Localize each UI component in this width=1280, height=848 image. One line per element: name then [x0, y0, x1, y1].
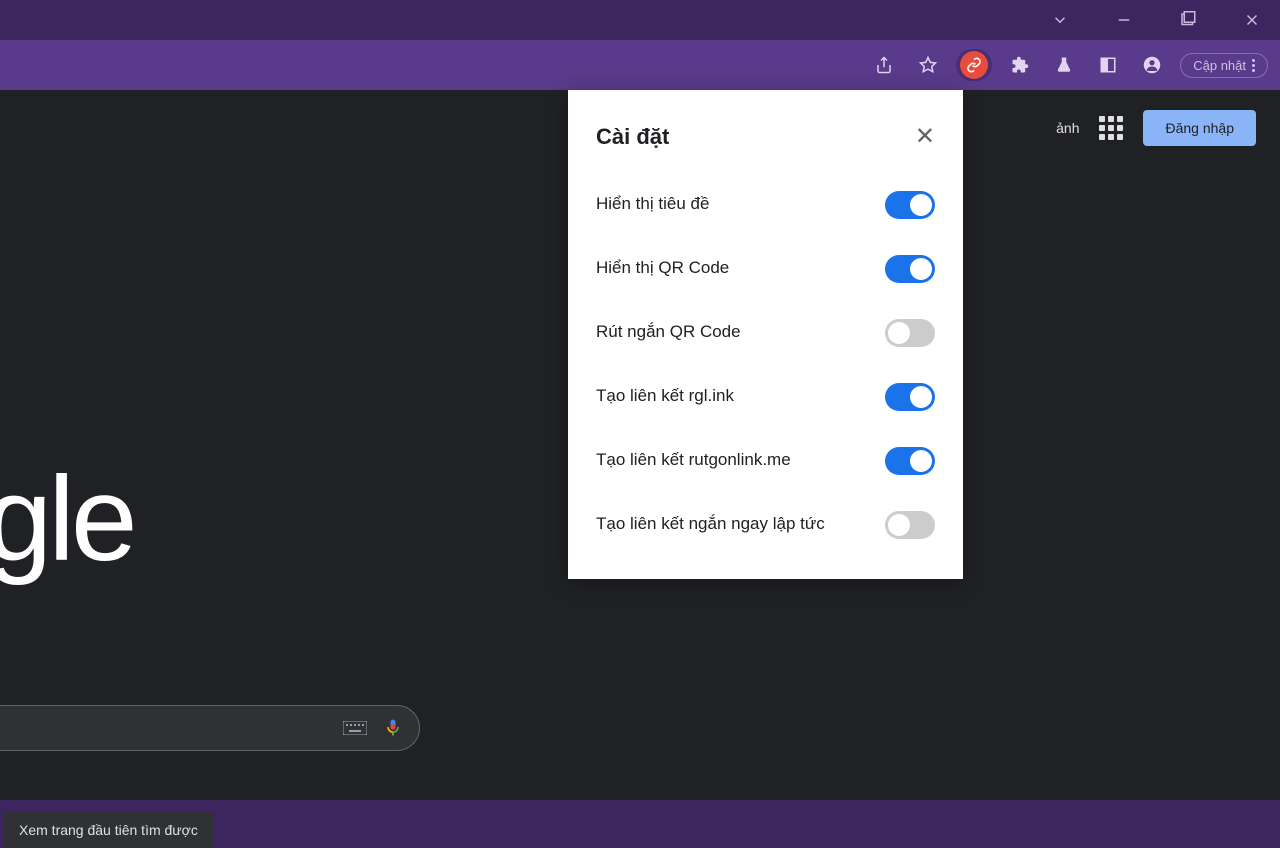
page-content: ảnh Đăng nhập oogle Xem trang đầu tiên t… — [0, 90, 1280, 800]
signin-button[interactable]: Đăng nhập — [1143, 110, 1256, 146]
window-minimize-icon[interactable] — [1104, 0, 1144, 40]
update-button[interactable]: Cập nhật — [1180, 53, 1268, 78]
toggle-knob — [910, 386, 932, 408]
settings-toggle[interactable] — [885, 383, 935, 411]
search-input[interactable] — [0, 705, 420, 751]
settings-toggle[interactable] — [885, 511, 935, 539]
settings-item: Tạo liên kết rutgonlink.me — [596, 447, 935, 475]
share-icon[interactable] — [868, 49, 900, 81]
settings-popup: Cài đặt ✕ Hiển thị tiêu đề Hiển thị QR Co… — [568, 90, 963, 579]
first-result-button[interactable]: Xem trang đầu tiên tìm được — [3, 812, 214, 848]
labs-flask-icon[interactable] — [1048, 49, 1080, 81]
microphone-icon[interactable] — [383, 716, 403, 740]
toggle-knob — [910, 258, 932, 280]
extensions-puzzle-icon[interactable] — [1004, 49, 1036, 81]
window-maximize-icon[interactable] — [1168, 0, 1208, 40]
kebab-menu-icon — [1252, 59, 1255, 72]
link-extension-icon[interactable] — [960, 51, 988, 79]
settings-item-label: Tạo liên kết rutgonlink.me — [596, 447, 791, 473]
settings-item: Rút ngắn QR Code — [596, 319, 935, 347]
window-dropdown-icon[interactable] — [1040, 0, 1080, 40]
settings-item: Tạo liên kết ngắn ngay lập tức — [596, 511, 935, 539]
settings-item-label: Tạo liên kết rgl.ink — [596, 383, 734, 409]
settings-toggle[interactable] — [885, 319, 935, 347]
google-logo: oogle — [0, 450, 134, 588]
images-link[interactable]: ảnh — [1056, 120, 1079, 136]
window-close-icon[interactable] — [1232, 0, 1272, 40]
settings-toggle[interactable] — [885, 447, 935, 475]
link-extension-wrapper — [956, 49, 992, 81]
settings-item-label: Rút ngắn QR Code — [596, 319, 741, 345]
content-topbar: ảnh Đăng nhập — [1056, 110, 1256, 146]
profile-avatar-icon[interactable] — [1136, 49, 1168, 81]
settings-item-label: Hiển thị QR Code — [596, 255, 729, 281]
sidepanel-icon[interactable] — [1092, 49, 1124, 81]
popup-close-button[interactable]: ✕ — [915, 122, 935, 151]
settings-item-label: Tạo liên kết ngắn ngay lập tức — [596, 511, 825, 537]
keyboard-icon[interactable] — [343, 721, 367, 735]
bookmark-star-icon[interactable] — [912, 49, 944, 81]
popup-header: Cài đặt ✕ — [596, 122, 935, 151]
update-button-label: Cập nhật — [1193, 58, 1246, 73]
settings-item-label: Hiển thị tiêu đề — [596, 191, 709, 217]
window-title-bar — [0, 0, 1280, 40]
settings-item: Hiển thị QR Code — [596, 255, 935, 283]
toggle-knob — [910, 194, 932, 216]
apps-grid-icon[interactable] — [1099, 116, 1123, 140]
settings-item: Tạo liên kết rgl.ink — [596, 383, 935, 411]
popup-title: Cài đặt — [596, 124, 669, 150]
toggle-knob — [910, 450, 932, 472]
toggle-knob — [888, 322, 910, 344]
toggle-knob — [888, 514, 910, 536]
settings-toggle[interactable] — [885, 255, 935, 283]
settings-toggle[interactable] — [885, 191, 935, 219]
browser-toolbar: Cập nhật — [0, 40, 1280, 90]
settings-item: Hiển thị tiêu đề — [596, 191, 935, 219]
